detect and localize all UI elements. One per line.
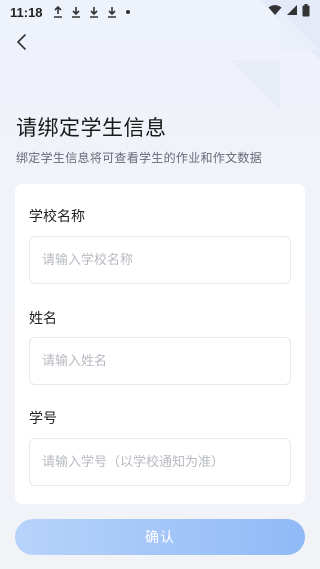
name-input[interactable] <box>29 337 291 385</box>
notification-icons <box>53 6 131 18</box>
page-title: 请绑定学生信息 <box>16 116 167 140</box>
page-subtitle: 绑定学生信息将可查看学生的作业和作文数据 <box>16 151 263 165</box>
student-id-label: 学号 <box>29 411 57 427</box>
status-time: 11:18 <box>10 4 43 20</box>
status-bar: 11:18 <box>0 0 320 24</box>
signal-icon <box>286 4 298 20</box>
school-input[interactable] <box>29 236 291 284</box>
wifi-icon <box>268 4 282 20</box>
download-icon <box>71 6 81 18</box>
battery-icon <box>302 3 310 21</box>
dot-icon <box>125 9 131 15</box>
back-button[interactable] <box>8 28 36 56</box>
chevron-left-icon <box>17 34 26 50</box>
system-icons <box>268 3 310 21</box>
school-label: 学校名称 <box>29 209 85 225</box>
name-label: 姓名 <box>29 311 57 327</box>
download-icon <box>89 6 99 18</box>
download-icon <box>107 6 117 18</box>
form-card: 学校名称 姓名 学号 <box>15 184 305 504</box>
student-id-input[interactable] <box>29 438 291 486</box>
confirm-button[interactable]: 确认 <box>15 519 305 555</box>
upload-icon <box>53 6 63 18</box>
